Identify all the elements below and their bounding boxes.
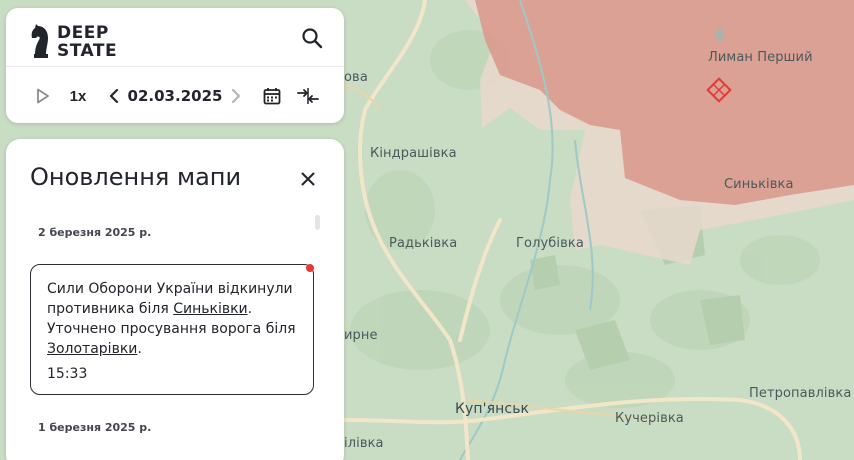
settlement-link[interactable]: Золотарівки	[47, 341, 137, 357]
logo[interactable]: DEEP STATE	[30, 24, 117, 60]
speed-button[interactable]: 1x	[66, 82, 90, 110]
settlement-link[interactable]: Синьківки	[173, 301, 247, 317]
next-date-button[interactable]	[226, 82, 246, 110]
close-button[interactable]	[296, 167, 320, 191]
lake	[716, 28, 724, 42]
current-date[interactable]: 02.03.2025	[128, 82, 223, 110]
update-card[interactable]: Сили Оборони України відкинули противник…	[30, 264, 314, 395]
place-label[interactable]: Кіндрашівка	[370, 146, 457, 161]
compare-arrows-icon	[297, 88, 319, 104]
place-label[interactable]: Синьківка	[724, 177, 794, 192]
play-icon	[37, 88, 49, 104]
place-label[interactable]: Лиман Перший	[708, 50, 813, 65]
timeline-controls: 1x 02.03.2025	[6, 78, 344, 114]
place-label[interactable]: ілівка	[344, 436, 384, 451]
update-time: 15:33	[47, 366, 88, 382]
logo-line-1: DEEP	[57, 23, 109, 43]
scrollbar-thumb[interactable]	[315, 215, 320, 230]
place-label[interactable]: ова	[344, 70, 368, 85]
calendar-button[interactable]	[260, 82, 284, 110]
day-label: 2 березня 2025 р.	[38, 226, 152, 239]
place-label[interactable]: Петропавлівка	[749, 386, 851, 401]
logo-line-2: STATE	[57, 41, 118, 61]
place-label[interactable]: Радьківка	[389, 236, 457, 251]
compare-button[interactable]	[294, 82, 322, 110]
panel-title: Оновлення мапи	[30, 163, 242, 191]
toolbar-divider	[6, 66, 344, 67]
new-update-indicator	[306, 264, 314, 272]
play-button[interactable]	[32, 82, 54, 110]
calendar-icon	[263, 88, 281, 105]
place-label[interactable]: Кучерівка	[615, 411, 684, 426]
chevron-left-icon	[109, 88, 119, 104]
close-icon	[301, 172, 315, 186]
map-updates-panel: Оновлення мапи 2 березня 2025 р. Сили Об…	[6, 139, 344, 460]
update-text-part: Сили Оборони України відкинули противник…	[47, 281, 293, 317]
place-label[interactable]: Голубівка	[516, 236, 584, 251]
place-label[interactable]: ирне	[344, 328, 378, 343]
place-label[interactable]: Куп'янськ	[455, 401, 529, 417]
search-icon	[302, 28, 323, 49]
search-button[interactable]	[298, 24, 326, 52]
update-text-part: .	[137, 341, 142, 357]
knight-icon	[31, 24, 48, 58]
chevron-right-icon	[231, 88, 241, 104]
day-label: 1 березня 2025 р.	[38, 421, 152, 434]
previous-date-button[interactable]	[104, 82, 124, 110]
update-text: Сили Оборони України відкинули противник…	[47, 279, 297, 359]
top-toolbar: DEEP STATE 1x 02.03.2025	[6, 8, 344, 123]
